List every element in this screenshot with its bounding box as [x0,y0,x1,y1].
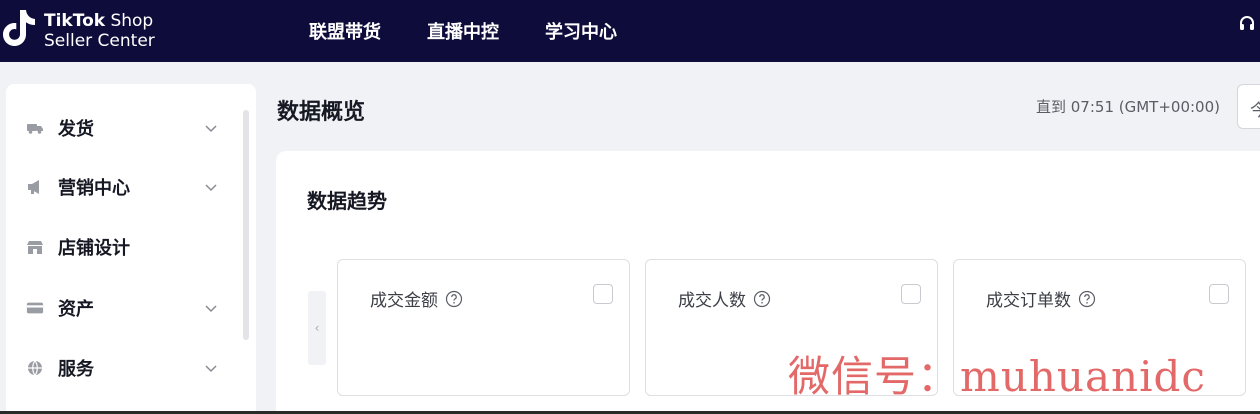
watermark-text: 微信号：muhuanidc [788,352,1206,401]
metric-checkbox[interactable] [593,284,613,304]
help-icon[interactable] [1078,290,1096,308]
nav-item-affiliate[interactable]: 联盟带货 [309,18,381,44]
logo-subtitle: Seller Center [44,31,155,51]
chevron-down-icon [205,365,217,373]
store-icon [26,238,44,256]
sidebar-item-services[interactable]: 服务 [6,348,246,388]
chevron-down-icon [205,125,217,133]
help-icon[interactable] [753,290,771,308]
metric-label: 成交金额 [370,286,463,311]
sidebar-item-shipping[interactable]: 发货 [6,108,246,148]
sidebar-item-label: 店铺设计 [58,238,130,259]
sidebar-item-label: 服务 [58,359,94,380]
tiktok-shop-logo[interactable]: TikTok Shop Seller Center [2,6,182,56]
metric-checkbox[interactable] [901,284,921,304]
date-picker[interactable]: 今 [1237,84,1260,129]
nav-item-live-control[interactable]: 直播中控 [427,18,499,44]
chevron-left-icon: ‹ [314,321,320,335]
headset-icon[interactable] [1238,15,1256,33]
chevron-down-icon [205,305,217,313]
sidebar-item-label: 资产 [58,299,94,320]
top-bar: TikTok Shop Seller Center 联盟带货 直播中控 学习中心 [0,0,1260,62]
logo-title: TikTok Shop [44,11,154,31]
metric-label: 成交人数 [678,286,771,311]
chevron-down-icon [205,184,217,192]
sidebar-item-label: 营销中心 [58,178,130,199]
tiktok-logo-icon [3,10,35,46]
megaphone-icon [26,178,44,196]
sidebar-item-label: 发货 [58,119,94,140]
sidebar-item-marketing[interactable]: 营销中心 [6,167,246,207]
sidebar-scrollbar[interactable] [243,110,249,340]
metric-card-gmv[interactable]: 成交金额 [337,259,630,396]
page-title: 数据概览 [277,100,366,125]
data-updated-time: 直到 07:51 (GMT+00:00) [1036,98,1220,116]
sidebar-item-assets[interactable]: 资产 [6,288,246,328]
metric-checkbox[interactable] [1209,284,1229,304]
sidebar: 发货 营销中心 店铺设计 资产 服务 [6,84,256,414]
nav-item-learning-center[interactable]: 学习中心 [545,18,617,44]
help-icon[interactable] [445,290,463,308]
card-icon [26,299,44,317]
sidebar-item-store-design[interactable]: 店铺设计 [6,227,246,267]
truck-icon [26,119,44,137]
date-picker-value: 今 [1250,101,1260,121]
globe-icon [26,359,44,377]
metric-label: 成交订单数 [986,286,1096,311]
carousel-prev-button[interactable]: ‹ [308,291,326,365]
main-nav: 联盟带货 直播中控 学习中心 [309,0,663,62]
section-title: 数据趋势 [307,189,387,213]
